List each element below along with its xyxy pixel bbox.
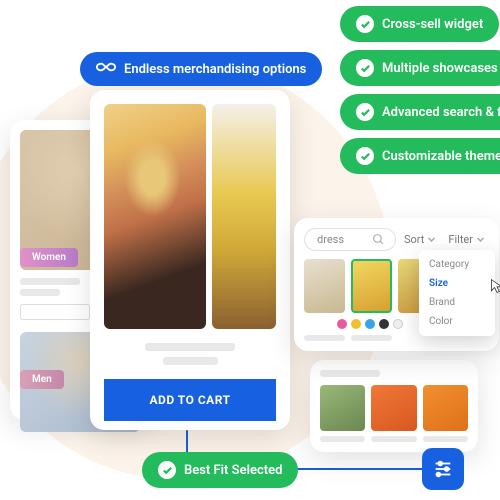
swatch[interactable] <box>393 319 403 329</box>
skeleton-line <box>145 343 235 351</box>
showcases-pill: Multiple showcases <box>340 50 500 86</box>
best-fit-pill: Best Fit Selected <box>142 452 298 488</box>
chevron-down-icon <box>427 235 436 244</box>
skeleton-line <box>20 289 60 296</box>
product-thumb-selected[interactable] <box>351 259 392 313</box>
filter-option-category[interactable]: Category <box>419 255 495 274</box>
settings-button[interactable] <box>422 448 464 490</box>
search-icon <box>372 233 385 246</box>
skeleton-line <box>20 278 80 285</box>
filter-button[interactable]: Filter <box>444 233 489 246</box>
cursor-icon <box>489 278 500 298</box>
color-swatches <box>326 319 414 329</box>
search-input[interactable]: dress <box>304 228 396 251</box>
category-tag-women[interactable]: Women <box>20 248 78 267</box>
skeleton-line <box>320 436 365 442</box>
product-image-main <box>104 104 206 329</box>
theme-label: Customizable theme options <box>382 149 500 164</box>
filter-option-brand[interactable]: Brand <box>419 293 495 312</box>
cross-sell-label: Cross-sell widget <box>382 17 483 32</box>
sort-button[interactable]: Sort <box>400 233 440 246</box>
search-query: dress <box>317 233 344 246</box>
filter-label: Filter <box>448 233 473 246</box>
swatch[interactable] <box>351 319 361 329</box>
filter-option-color[interactable]: Color <box>419 312 495 331</box>
check-icon <box>356 59 374 77</box>
search-filter-pill: Advanced search & filter <box>340 94 500 130</box>
skeleton-line <box>320 370 380 377</box>
skeleton-line <box>371 436 416 442</box>
swatch[interactable] <box>365 319 375 329</box>
check-icon <box>158 461 176 479</box>
check-icon <box>356 15 374 33</box>
check-icon <box>356 147 374 165</box>
product-thumb[interactable] <box>371 385 416 431</box>
cross-sell-pill: Cross-sell widget <box>340 6 499 42</box>
filter-dropdown: Category Size Brand Color <box>419 250 495 336</box>
sliders-icon <box>432 458 454 480</box>
swatch[interactable] <box>337 319 347 329</box>
merchandising-label: Endless merchandising options <box>124 62 306 77</box>
skeleton-line <box>423 436 468 442</box>
best-fit-label: Best Fit Selected <box>184 463 282 478</box>
filter-option-size[interactable]: Size <box>419 274 495 293</box>
recommendation-grid <box>310 360 478 452</box>
skeleton-line <box>351 335 392 341</box>
swatch[interactable] <box>379 319 389 329</box>
add-to-cart-button[interactable]: ADD TO CART <box>104 379 276 421</box>
product-thumb[interactable] <box>320 385 365 431</box>
skeleton-line <box>304 335 345 341</box>
skeleton-line <box>163 357 218 365</box>
search-filter-label: Advanced search & filter <box>382 105 500 120</box>
sort-label: Sort <box>404 233 424 246</box>
merchandising-pill: Endless merchandising options <box>80 52 322 86</box>
skeleton-button <box>20 304 90 320</box>
filter-panel: dress Sort Filter <box>294 218 499 351</box>
product-image-alt <box>212 104 276 329</box>
infinity-icon <box>96 61 116 77</box>
showcases-label: Multiple showcases <box>382 61 498 76</box>
category-tag-men[interactable]: Men <box>20 370 64 389</box>
product-card-main: ADD TO CART <box>90 90 290 430</box>
chevron-down-icon <box>476 235 485 244</box>
product-thumb[interactable] <box>304 259 345 313</box>
product-thumb[interactable] <box>423 385 468 431</box>
check-icon <box>356 103 374 121</box>
theme-pill: Customizable theme options <box>340 138 500 174</box>
